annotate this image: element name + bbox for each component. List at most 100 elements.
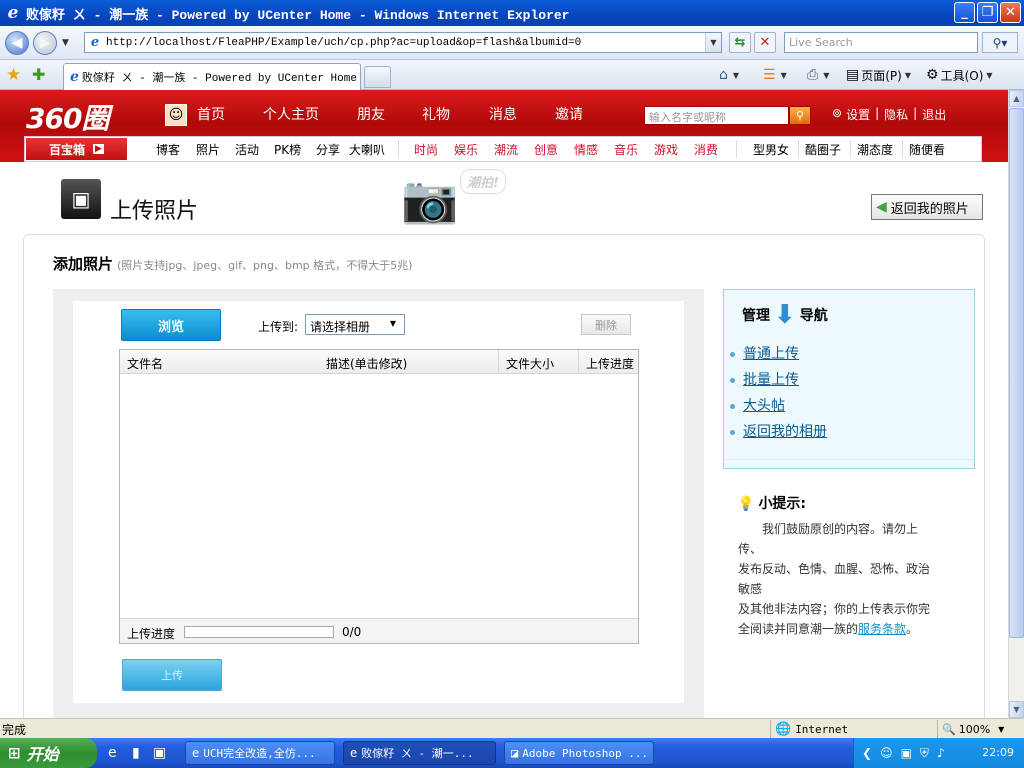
volume-icon[interactable]: ♪ xyxy=(937,746,945,760)
site-search-button[interactable]: ⚲ xyxy=(789,106,811,125)
restore-button[interactable]: ❐ xyxy=(977,2,998,23)
search-button[interactable]: ⚲▾ xyxy=(982,32,1018,53)
chevron-down-icon: ▼ xyxy=(389,319,396,328)
task-browser[interactable]: e 败傢籽 ㄨ - 潮一... xyxy=(343,741,496,765)
start-button[interactable]: ⊞ 开始 xyxy=(0,738,97,768)
subnav-creative[interactable]: 创意 xyxy=(534,141,558,158)
quicklaunch-app-icon[interactable]: ▮ xyxy=(132,745,140,761)
subnav-cool-circle[interactable]: 酷圈子 xyxy=(805,141,841,158)
photoshop-icon: ◪ xyxy=(511,746,519,760)
close-button[interactable]: ✕ xyxy=(1000,2,1021,23)
back-to-my-photos-button[interactable]: ◀ 返回我的照片 xyxy=(871,194,983,220)
subnav-entertainment[interactable]: 娱乐 xyxy=(454,141,478,158)
subnav-emotion[interactable]: 情感 xyxy=(574,141,598,158)
taskbar: ⊞ 开始 e ▮ ▣ e UCH完全改造,全仿... e 败傢籽 ㄨ - 潮一... … xyxy=(0,738,1024,768)
subnav-events[interactable]: 活动 xyxy=(235,141,259,158)
task-uch[interactable]: e UCH完全改造,全仿... xyxy=(185,741,335,765)
globe-icon: 🌐 xyxy=(775,721,792,737)
tools-menu[interactable]: ⚙ 工具(O) ▼ xyxy=(926,63,993,87)
subnav-broadcast[interactable]: 大喇叭 xyxy=(349,141,385,158)
page-menu[interactable]: ▤ 页面(P) ▼ xyxy=(846,63,911,87)
nav-gifts[interactable]: 礼物 xyxy=(422,104,450,124)
nav-friends[interactable]: 朋友 xyxy=(357,104,385,124)
page-menu-icon: ▤ xyxy=(846,67,860,83)
messenger-icon[interactable]: ☺ xyxy=(880,746,893,760)
subnav-share[interactable]: 分享 xyxy=(316,141,340,158)
subnav-browse[interactable]: 随便看 xyxy=(909,141,945,158)
page-icon: e xyxy=(90,35,100,50)
tab-ie-icon: e xyxy=(70,69,79,85)
link-settings[interactable]: 设置 xyxy=(846,106,870,123)
upload-photo-icon: ▣ xyxy=(61,179,101,219)
zoom-control[interactable]: 🔍 100% ▼ xyxy=(937,720,1004,738)
delete-button[interactable]: 删除 xyxy=(581,314,631,335)
avatar[interactable]: ☺ xyxy=(165,104,187,126)
subnav-blog[interactable]: 博客 xyxy=(156,141,180,158)
tab-active[interactable]: e 败傢籽 ㄨ - 潮一族 - Powered by UCenter Home xyxy=(63,63,361,90)
network-icon[interactable]: ▣ xyxy=(901,746,912,760)
stop-button[interactable]: ✕ xyxy=(754,32,776,53)
subnav-stylish[interactable]: 型男女 xyxy=(753,141,789,158)
subnav-fashion[interactable]: 时尚 xyxy=(414,141,438,158)
scroll-thumb[interactable] xyxy=(1009,108,1024,638)
task-photoshop[interactable]: ◪ Adobe Photoshop ... xyxy=(504,741,654,765)
favorites-star-icon[interactable]: ★ xyxy=(6,65,21,85)
subnav-attitude[interactable]: 潮态度 xyxy=(857,141,893,158)
system-tray: ❮ ☺ ▣ ⛨ ♪ 22:09 xyxy=(853,738,1024,768)
subnav-games[interactable]: 游戏 xyxy=(654,141,678,158)
print-button[interactable]: ⎙ ▼ xyxy=(807,63,829,87)
history-dropdown-icon[interactable]: ▼ xyxy=(62,38,69,48)
subnav-photos[interactable]: 照片 xyxy=(196,141,220,158)
col-filesize: 文件大小 xyxy=(506,357,555,371)
nav-link-normal-upload[interactable]: 普通上传 xyxy=(730,343,799,363)
site-logo[interactable]: 360圈 xyxy=(26,97,109,137)
scroll-up-icon[interactable]: ▲ xyxy=(1009,90,1024,107)
home-button[interactable]: ⌂ ▼ xyxy=(719,63,739,87)
nav-profile[interactable]: 个人主页 xyxy=(263,104,319,124)
new-tab-button[interactable] xyxy=(364,66,391,88)
subnav-pk[interactable]: PK榜 xyxy=(274,141,301,158)
link-logout[interactable]: 退出 xyxy=(922,106,946,123)
address-dropdown-icon[interactable]: ▼ xyxy=(705,33,721,52)
upload-button[interactable]: 上传 xyxy=(122,659,222,691)
link-privacy[interactable]: 隐私 xyxy=(884,106,908,123)
col-filename: 文件名 xyxy=(127,357,164,371)
chevron-left-icon[interactable]: ❮ xyxy=(862,746,872,760)
nav-invite[interactable]: 邀请 xyxy=(555,104,583,124)
vertical-scrollbar[interactable]: ▲ ▼ xyxy=(1008,90,1024,718)
subnav-shopping[interactable]: 消费 xyxy=(694,141,718,158)
address-bar[interactable]: e http://localhost/FleaPHP/Example/uch/c… xyxy=(84,32,722,53)
quicklaunch-desktop-icon[interactable]: ▣ xyxy=(153,745,166,761)
add-favorites-icon[interactable]: ✚ xyxy=(32,65,45,84)
col-progress: 上传进度 xyxy=(586,357,635,371)
minimize-button[interactable]: _ xyxy=(954,2,975,23)
nav-home[interactable]: 首页 xyxy=(197,104,225,124)
subnav-trend[interactable]: 潮流 xyxy=(494,141,518,158)
live-search-input[interactable]: Live Search xyxy=(784,32,978,53)
browse-button[interactable]: 浏览 xyxy=(121,309,221,341)
album-select[interactable]: 请选择相册 ▼ xyxy=(305,314,405,335)
shield-icon[interactable]: ⛨ xyxy=(920,746,929,761)
terms-link[interactable]: 服务条款 xyxy=(858,622,906,636)
search-icon: ⚲▾ xyxy=(992,35,1008,50)
window-titlebar[interactable]: e 败傢籽 ㄨ - 潮一族 - Powered by UCenter Home … xyxy=(0,0,1024,26)
nav-link-batch-upload[interactable]: 批量上传 xyxy=(730,369,799,389)
upload-progress-row: 上传进度 0/0 xyxy=(120,618,638,643)
back-button[interactable]: ◀ xyxy=(5,31,29,55)
scroll-down-icon[interactable]: ▼ xyxy=(1009,701,1024,718)
treasure-box-button[interactable]: 百宝箱 ▶ xyxy=(26,138,127,160)
refresh-button[interactable]: ⇆ xyxy=(729,32,751,53)
forward-button[interactable]: ▶ xyxy=(33,31,57,55)
feeds-button[interactable]: ☰ ▼ xyxy=(763,63,787,87)
site-search-input[interactable]: 输入名字或昵称 xyxy=(644,106,789,125)
tab-title: 败傢籽 ㄨ - 潮一族 - Powered by UCenter Home xyxy=(81,73,357,85)
subnav-music[interactable]: 音乐 xyxy=(614,141,638,158)
window-controls: _ ❐ ✕ xyxy=(954,2,1021,23)
nav-messages[interactable]: 消息 xyxy=(489,104,517,124)
quicklaunch-ie-icon[interactable]: e xyxy=(108,745,117,761)
security-zone[interactable]: 🌐 Internet xyxy=(770,720,848,738)
nav-link-back-albums[interactable]: 返回我的相册 xyxy=(730,421,827,441)
nav-link-photo-sticker[interactable]: 大头帖 xyxy=(730,395,785,415)
tools-menu-label: 工具(O) xyxy=(940,68,984,83)
tips-body: 我们鼓励原创的内容。请勿上 传、 发布反动、色情、血腥、恐怖、政治 敏感 及其他… xyxy=(738,522,931,636)
